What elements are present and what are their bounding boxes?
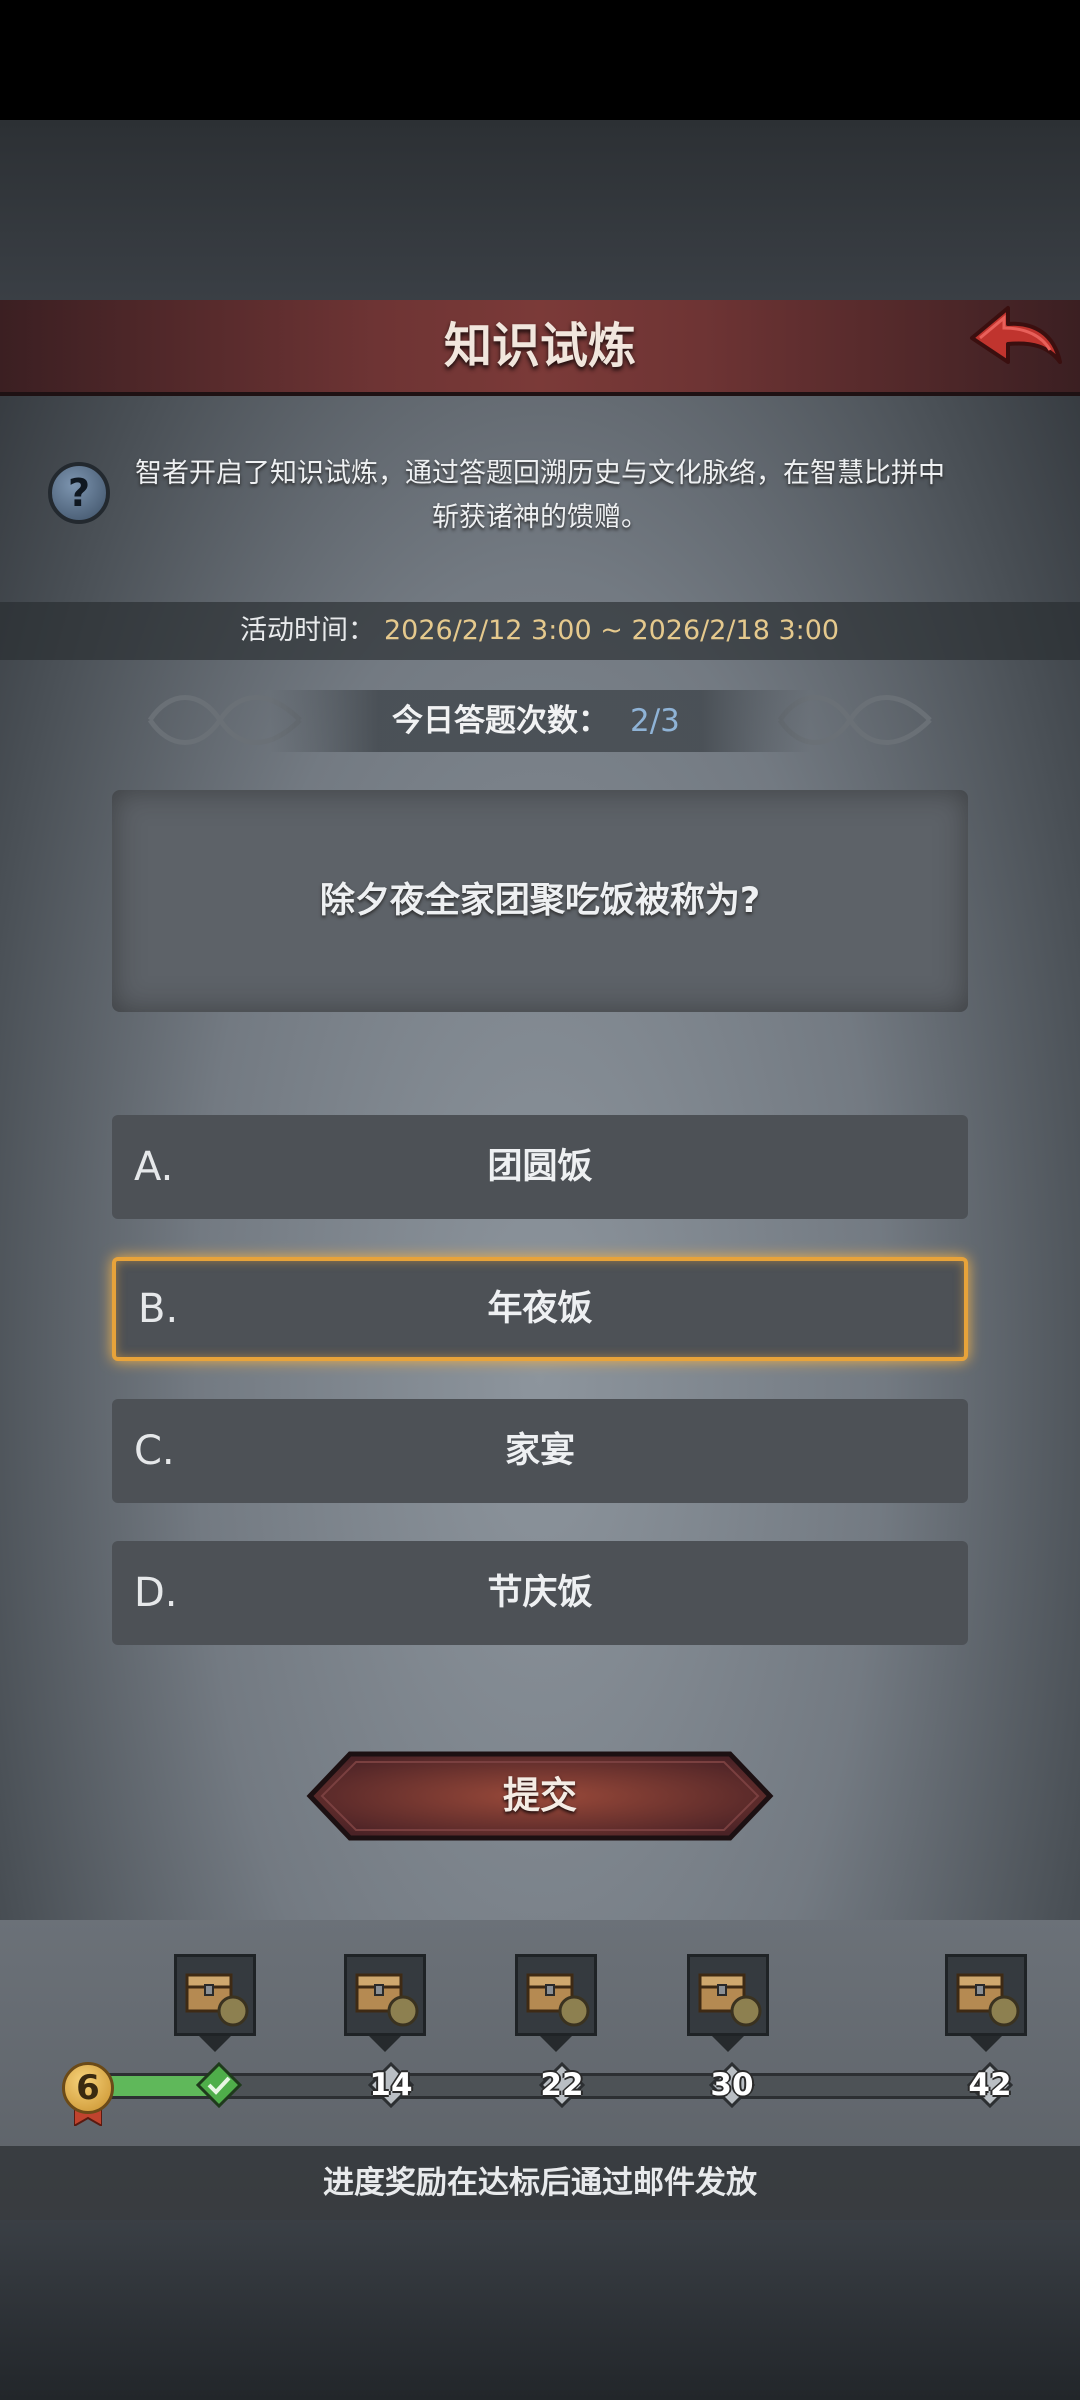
option-text: 年夜饭 xyxy=(487,1289,593,1329)
status-bar xyxy=(0,0,1080,120)
option-text: 团圆饭 xyxy=(487,1147,593,1187)
milestone-value: 42 xyxy=(968,2067,1012,2103)
milestone-value: 14 xyxy=(369,2067,413,2103)
back-button[interactable] xyxy=(968,300,1064,384)
intro-text: 智者开启了知识试炼，通过答题回溯历史与文化脉络，在智慧比拼中 斩获诸神的馈赠。 xyxy=(130,452,950,540)
chest-icon xyxy=(956,1973,1020,2027)
chest-pointer xyxy=(540,2036,572,2052)
chest-pointer xyxy=(970,2036,1002,2052)
option-text: 节庆饭 xyxy=(487,1573,593,1613)
event-time-value: 2026/2/12 3:00 ~ 2026/2/18 3:00 xyxy=(384,615,840,646)
daily-count-label: 今日答题次数： xyxy=(392,703,609,739)
reward-chest-3[interactable] xyxy=(515,1954,597,2036)
option-b[interactable]: B. 年夜饭 xyxy=(112,1257,968,1361)
chest-icon xyxy=(698,1973,762,2027)
bottom-shade xyxy=(0,2220,1080,2400)
milestone-reached-check-icon xyxy=(196,2062,242,2108)
reward-note: 进度奖励在达标后通过邮件发放 xyxy=(323,2165,757,2201)
option-a[interactable]: A. 团圆饭 xyxy=(112,1115,968,1219)
reward-chest-2[interactable] xyxy=(344,1954,426,2036)
current-progress-medal: 6 xyxy=(62,2062,114,2114)
question-text: 除夕夜全家团聚吃饭被称为? xyxy=(319,881,761,921)
option-c[interactable]: C. 家宴 xyxy=(112,1399,968,1503)
reward-chest-4[interactable] xyxy=(687,1954,769,2036)
chest-icon xyxy=(526,1973,590,2027)
chest-icon xyxy=(185,1973,249,2027)
reward-chest-5[interactable] xyxy=(945,1954,1027,2036)
submit-label: 提交 xyxy=(503,1774,577,1817)
help-icon[interactable]: ? xyxy=(48,462,110,524)
event-time-bar: 活动时间： 2026/2/12 3:00 ~ 2026/2/18 3:00 xyxy=(0,602,1080,660)
reward-chest-1[interactable] xyxy=(174,1954,256,2036)
chest-icon xyxy=(355,1973,419,2027)
daily-count-value: 2/3 xyxy=(630,703,680,739)
page-title: 知识试炼 xyxy=(443,318,636,374)
chest-pointer xyxy=(712,2036,744,2052)
milestone-value: 30 xyxy=(710,2067,754,2103)
intro-line-2: 斩获诸神的馈赠。 xyxy=(432,502,648,533)
milestone-value: 22 xyxy=(540,2067,584,2103)
title-banner: 知识试炼 xyxy=(0,300,1080,396)
intro-line-1: 智者开启了知识试炼，通过答题回溯历史与文化脉络，在智慧比拼中 xyxy=(135,458,945,489)
chest-pointer xyxy=(369,2036,401,2052)
event-time-label: 活动时间： xyxy=(240,615,375,646)
top-shade xyxy=(0,120,1080,300)
option-text: 家宴 xyxy=(504,1431,575,1471)
back-arrow-icon xyxy=(970,306,1062,364)
chest-pointer xyxy=(199,2036,231,2052)
option-d[interactable]: D. 节庆饭 xyxy=(112,1541,968,1645)
